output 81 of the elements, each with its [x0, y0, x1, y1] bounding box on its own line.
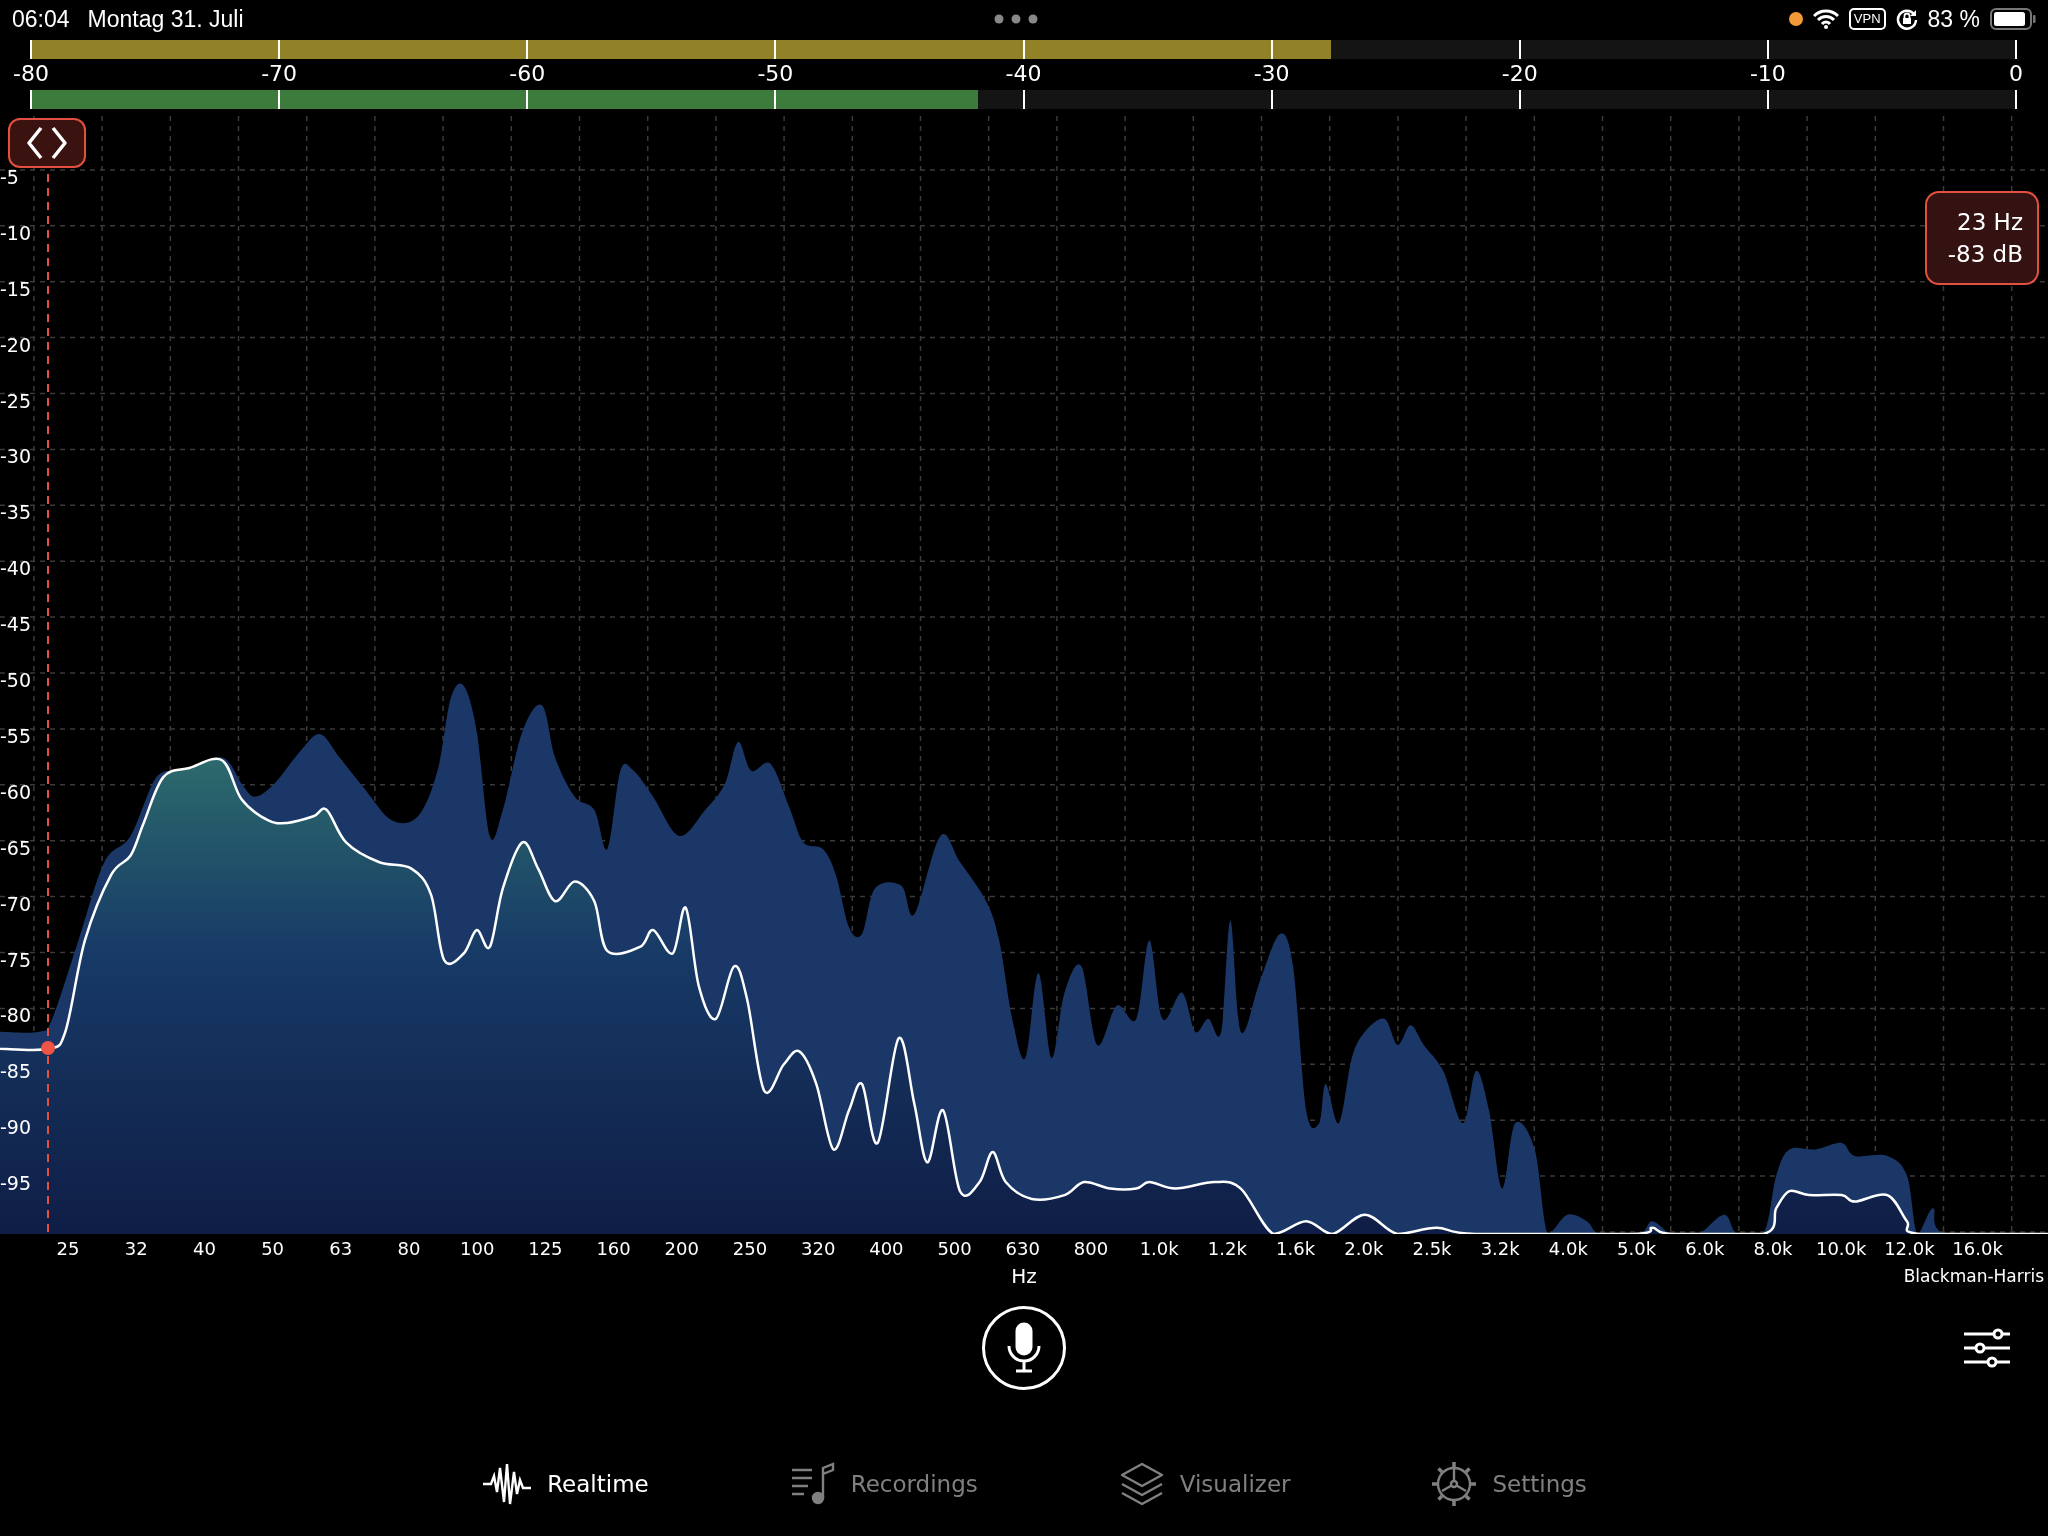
db-axis-label: -55 [0, 724, 32, 747]
frequency-axis-label: 125 [528, 1238, 563, 1259]
date-text: Montag 31. Juli [87, 5, 244, 33]
db-axis-label: -15 [0, 277, 32, 300]
frequency-axis-label: 4.0k [1548, 1238, 1588, 1259]
sliders-icon [1962, 1326, 2012, 1370]
frequency-axis-label: 1.6k [1276, 1238, 1316, 1259]
vpn-badge: VPN [1848, 8, 1886, 30]
db-axis-label: -95 [0, 1172, 32, 1195]
frequency-axis-label: 25 [56, 1238, 80, 1259]
battery-icon [1990, 8, 2036, 30]
frequency-axis-label: 8.0k [1753, 1238, 1793, 1259]
meter-scale-label: -70 [261, 60, 298, 88]
meter-scale-label: -50 [757, 60, 794, 88]
frequency-axis-label: 2.0k [1344, 1238, 1384, 1259]
frequency-axis-label: 50 [261, 1238, 285, 1259]
frequency-axis-label: 32 [124, 1238, 148, 1259]
frequency-axis-label: 1.0k [1139, 1238, 1179, 1259]
more-dots-icon [994, 14, 1039, 24]
frequency-axis-label: 400 [869, 1238, 904, 1259]
meter-scale-label: -40 [1005, 60, 1042, 88]
frequency-axis-label: 500 [937, 1238, 972, 1259]
tab-button[interactable]: Settings [1420, 1454, 1597, 1514]
db-axis-label: -85 [0, 1060, 32, 1083]
db-axis-label: -75 [0, 948, 32, 971]
meter-scale-label: -20 [1501, 60, 1538, 88]
frequency-axis-label: 630 [1005, 1238, 1040, 1259]
chevrons-icon [25, 125, 69, 161]
frequency-axis-label: 320 [801, 1238, 836, 1259]
db-axis-label: -65 [0, 836, 32, 859]
meter-scale-label: -30 [1253, 60, 1290, 88]
frequency-axis-label: 40 [192, 1238, 216, 1259]
frequency-axis-label: 63 [329, 1238, 353, 1259]
db-axis-label: -40 [0, 557, 32, 580]
frequency-axis-label: 16.0k [1952, 1238, 2003, 1259]
db-axis-label: -5 [0, 165, 19, 188]
db-axis-label: -30 [0, 445, 32, 468]
frequency-axis-label: 800 [1073, 1238, 1109, 1259]
frequency-axis-label: 3.2k [1480, 1238, 1520, 1259]
amplitude-readout: -83 dB [1947, 240, 2023, 269]
rotation-lock-icon [1895, 8, 1918, 30]
frequency-axis-label: 1.2k [1207, 1238, 1247, 1259]
frequency-axis-label: 5.0k [1617, 1238, 1657, 1259]
tab-button[interactable]: Visualizer [1107, 1454, 1301, 1514]
expand-collapse-button[interactable] [8, 118, 86, 168]
frequency-axis-label: 100 [460, 1238, 495, 1259]
frequency-axis-label: 10.0k [1815, 1238, 1867, 1259]
frequency-axis-label: 80 [397, 1238, 421, 1259]
frequency-axis-label: 250 [732, 1238, 768, 1259]
mic-indicator-dot [1788, 12, 1803, 26]
db-axis-label: -35 [0, 501, 32, 524]
cursor-dot[interactable] [41, 1041, 55, 1055]
gear-icon [1430, 1460, 1479, 1508]
db-axis-label: -20 [0, 333, 32, 356]
settings-sliders-button[interactable] [1962, 1326, 2012, 1370]
db-axis-label: -70 [0, 892, 32, 915]
frequency-axis-label: 2.5k [1412, 1238, 1452, 1259]
db-axis-label: -90 [0, 1116, 32, 1139]
frequency-axis-label: 12.0k [1884, 1238, 1935, 1259]
meter-scale-label: -60 [509, 60, 546, 88]
db-axis-label: -50 [0, 669, 32, 691]
tab-button[interactable]: Recordings [778, 1454, 988, 1514]
tab-button[interactable]: Realtime [471, 1454, 659, 1514]
microphone-button[interactable] [982, 1306, 1066, 1390]
meter-scale-label: -10 [1749, 60, 1786, 88]
frequency-axis-label: 6.0k [1685, 1238, 1725, 1259]
frequency-axis-label: 160 [596, 1238, 631, 1259]
db-axis-label: -45 [0, 613, 32, 636]
db-axis-label: -10 [0, 221, 32, 244]
frequency-unit-label: Hz [1011, 1264, 1037, 1288]
meter-scale-label: 0 [2009, 60, 2023, 88]
window-function-label: Blackman-Harris [1903, 1266, 2044, 1286]
frequency-axis-label: 200 [664, 1238, 699, 1259]
wifi-icon [1812, 9, 1839, 29]
meter-scale-label: -80 [13, 60, 49, 88]
db-axis-label: -60 [0, 780, 32, 803]
db-axis-label: -25 [0, 389, 32, 412]
clock-time: 06:04 [12, 5, 70, 33]
frequency-readout: 23 Hz [1957, 208, 2023, 237]
db-axis-label: -80 [0, 1004, 32, 1027]
battery-percent: 83 % [1927, 5, 1980, 33]
